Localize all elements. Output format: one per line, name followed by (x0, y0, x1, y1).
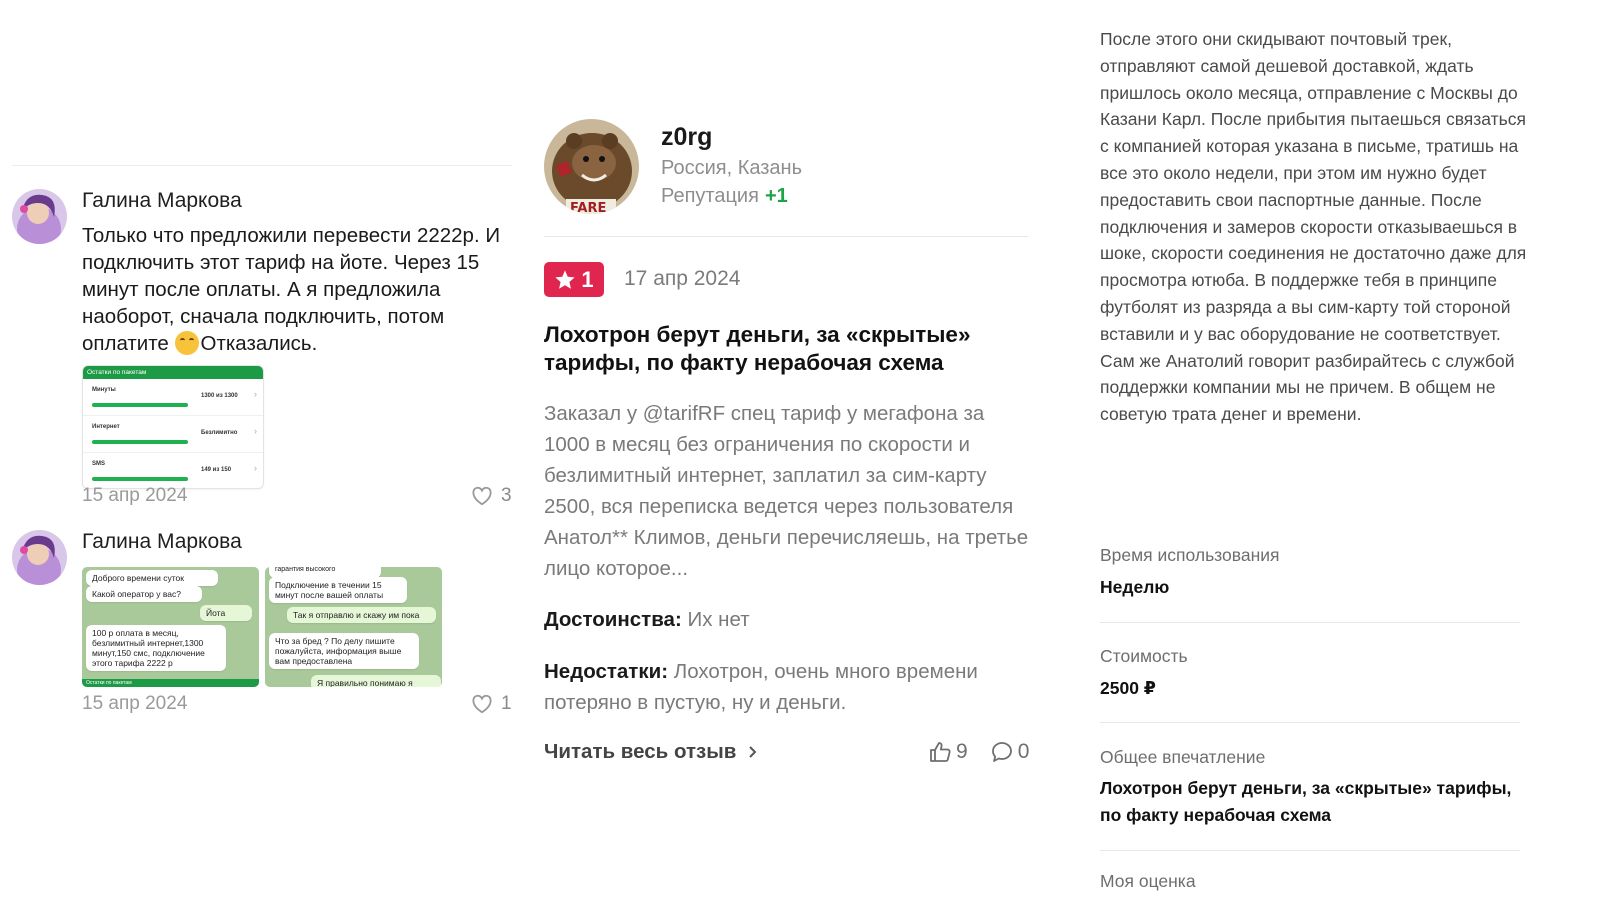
comment-attachment-image[interactable]: Остатки по пакетам Минуты 1300 из 1300 ›… (82, 365, 264, 489)
cost-label: Стоимость (1100, 646, 1188, 666)
like-count: 3 (501, 485, 512, 506)
thumbs-up-icon (930, 742, 951, 762)
chevron-right-icon: › (254, 463, 257, 473)
review-title[interactable]: Лохотрон берут деньги, за «скрытые» тари… (544, 321, 1034, 377)
comment-author[interactable]: Галина Маркова (82, 189, 242, 213)
section-divider (1100, 722, 1520, 723)
attachment-row-value: Безлимитно (201, 430, 238, 436)
cons-label: Недостатки: (544, 660, 669, 683)
impression-value: Лохотрон берут деньги, за «скрытые» тари… (1100, 778, 1512, 825)
impression-label: Общее впечатление (1100, 747, 1266, 767)
pros-text: Их нет (687, 608, 750, 631)
review-actions: 9 0 (928, 740, 1029, 764)
reputation-label: Репутация (661, 185, 759, 207)
laughing-emoji-icon (174, 331, 199, 355)
chat-strip: Остатки по пакетам (82, 679, 259, 687)
like-button[interactable]: 3 (471, 485, 512, 507)
rating-badge: 1 (544, 262, 604, 297)
chat-message: Я правильно понимаю я (311, 675, 441, 687)
avatar[interactable] (12, 530, 67, 585)
chat-screenshot-image[interactable]: гарантия высокого Подключение в течении … (265, 567, 442, 687)
chat-message: Подключение в течении 15 минут после ваш… (269, 577, 407, 603)
section-divider (544, 236, 1028, 237)
reviewer-avatar[interactable]: FARE (544, 119, 639, 214)
section-divider (1100, 850, 1520, 851)
comments-count: 0 (1017, 740, 1030, 763)
chat-message: Какой оператор у вас? (86, 586, 202, 602)
attachment-row: SMS 149 из 150 › (83, 453, 263, 488)
read-more-label: Читать весь отзыв (544, 740, 737, 763)
chevron-right-icon: › (254, 426, 257, 436)
review-pros: Достоинства: Их нет (544, 605, 1034, 635)
review-cons: Недостатки: Лохотрон, очень много времен… (544, 656, 1034, 718)
attachment-row-name: Минуты (92, 387, 116, 393)
progress-bar (92, 440, 188, 444)
usage-value: Неделю (1100, 577, 1170, 597)
rating-value: 1 (581, 266, 594, 292)
star-icon (555, 269, 575, 289)
read-full-review-link[interactable]: Читать весь отзыв (544, 740, 758, 764)
chevron-right-icon (749, 746, 757, 758)
reputation-value: +1 (764, 185, 788, 207)
comment-date: 15 апр 2024 (82, 693, 188, 714)
pros-label: Достоинства: (544, 608, 682, 631)
reviewer-location: Россия, Казань (661, 157, 803, 179)
chat-message: Йота (200, 605, 252, 621)
reviewer-name[interactable]: z0rg (661, 123, 712, 152)
progress-bar (92, 477, 188, 481)
review-body: Заказал у @tarifRF спец тариф у мегафона… (544, 402, 1029, 580)
comment-text: Только что предложили перевести 2222р. И… (82, 222, 522, 357)
attachment-row: Интернет Безлимитно › (83, 416, 263, 453)
chat-screenshot-image[interactable]: Доброго времени суток Какой оператор у в… (82, 567, 259, 687)
section-divider (1100, 622, 1520, 623)
attachment-header: Остатки по пакетам (83, 366, 263, 379)
like-review-button[interactable]: 9 (928, 740, 968, 764)
comment-date: 15 апр 2024 (82, 485, 188, 506)
my-rating-label: Моя оценка (1100, 871, 1196, 891)
heart-icon (472, 694, 492, 714)
chat-message: 100 р оплата в месяц, безлимитный интерн… (86, 625, 226, 671)
reviewer-reputation: Репутация +1 (661, 185, 788, 208)
attachment-row-value: 1300 из 1300 (201, 393, 238, 399)
like-count: 1 (501, 693, 512, 714)
review-date: 17 апр 2024 (624, 267, 741, 290)
section-divider (12, 165, 512, 166)
attachment-row-name: SMS (92, 461, 106, 467)
avatar[interactable] (12, 189, 67, 244)
chat-message: Так я отправлю и скажу им пока (287, 607, 436, 623)
attachment-row: Минуты 1300 из 1300 › (83, 379, 263, 416)
comments-button[interactable]: 0 (990, 740, 1030, 764)
cost-value: 2500 ₽ (1100, 678, 1156, 698)
likes-count: 9 (956, 740, 968, 763)
heart-icon (472, 486, 492, 506)
svg-text:FARE: FARE (570, 201, 606, 214)
like-button[interactable]: 1 (471, 693, 512, 715)
chat-message: Доброго времени суток (86, 570, 218, 586)
comment-icon (991, 742, 1012, 762)
progress-bar (92, 403, 188, 407)
comment-text-end: Отказались. (200, 332, 318, 355)
comment-author[interactable]: Галина Маркова (82, 530, 242, 554)
attachment-row-name: Интернет (92, 424, 120, 430)
chat-message: Что за бред ? По делу пишите пожалуйста,… (269, 633, 419, 669)
usage-label: Время использования (1100, 545, 1280, 565)
full-review-text: После этого они скидывают почтовый трек,… (1100, 29, 1527, 425)
chevron-right-icon: › (254, 389, 257, 399)
attachment-row-value: 149 из 150 (201, 467, 232, 473)
